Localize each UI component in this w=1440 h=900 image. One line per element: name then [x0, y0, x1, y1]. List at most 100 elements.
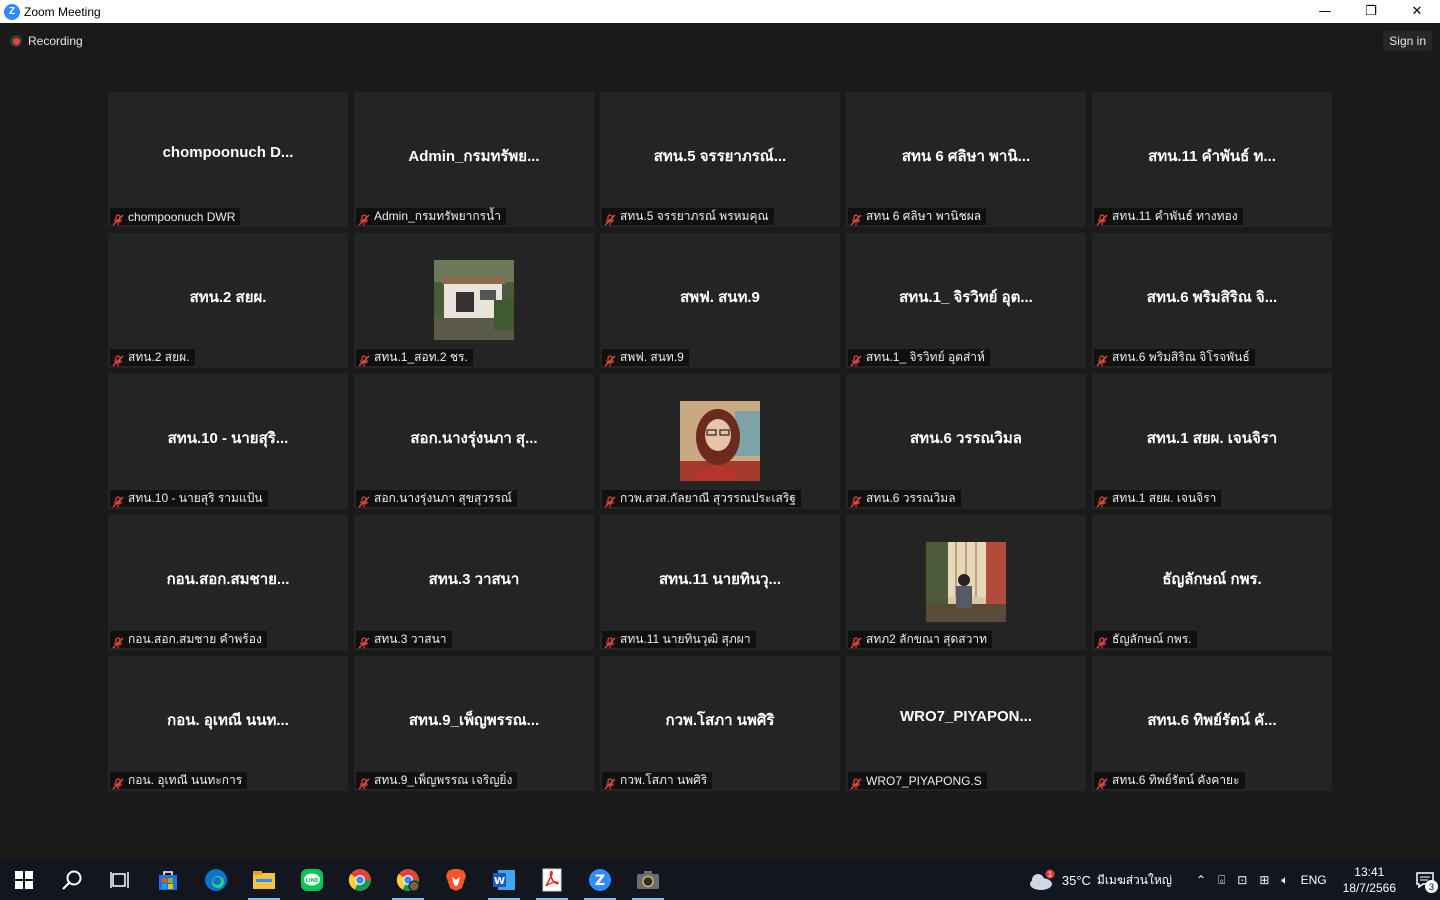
participant-tile[interactable]: สทน.1_ จิรวิทย์ อุต... สทน.1_ จิรวิทย์ อุ…	[846, 233, 1086, 368]
muted-microphone-icon	[112, 211, 124, 225]
participant-display-name: Admin_กรมทรัพย...	[408, 148, 540, 165]
muted-microphone-icon	[112, 352, 124, 366]
participant-name-text: กอน.สอก.สมชาย คำพร้อง	[128, 632, 262, 646]
participant-tile[interactable]: กอน.สอก.สมชาย... กอน.สอก.สมชาย คำพร้อง	[108, 515, 348, 650]
participant-name-text: สพฟ. สนท.9	[620, 350, 684, 364]
meeting-area: Recording Sign in chompoonuch D... chompo…	[0, 23, 1440, 860]
participant-display-name: กอน. อุเทณี นนท...	[167, 712, 289, 729]
participant-name-text: WRO7_PIYAPONG.S	[866, 773, 982, 788]
camera-app-icon[interactable]	[624, 860, 672, 900]
muted-microphone-icon	[112, 634, 124, 648]
participant-tile[interactable]: กวพ.โสภา นพศิริ กวพ.โสภา นพศิริ	[600, 656, 840, 791]
sign-in-button[interactable]: Sign in	[1383, 31, 1432, 51]
participant-name-label: Admin_กรมทรัพยากรน้ำ	[356, 208, 506, 225]
participant-name-text: ธัญลักษณ์ กพร.	[1112, 632, 1192, 646]
muted-microphone-icon	[850, 493, 862, 507]
muted-microphone-icon	[358, 493, 370, 507]
speaker-icon[interactable]: 🔈︎	[1281, 873, 1288, 888]
participant-name-label: สทน.1_ จิรวิทย์ อุตส่าห์	[848, 349, 990, 366]
participant-name-label: ธัญลักษณ์ กพร.	[1094, 631, 1197, 648]
participant-tile[interactable]: สทน 6 ศลิษา พานิ... สทน 6 ศลิษา พานิชผล	[846, 92, 1086, 227]
minimize-button[interactable]: —	[1302, 0, 1348, 23]
participant-tile[interactable]: สพฟ. สนท.9 สพฟ. สนท.9	[600, 233, 840, 368]
participant-name-text: สทน.6 พริมสิริณ จิโรจพันธ์	[1112, 350, 1250, 364]
microsoft-store-icon[interactable]	[144, 860, 192, 900]
system-tray: 1 35°C มีเมฆส่วนใหญ่ ⌃ ⌻ ⊡ ⊞ 🔈︎ ENG 13:4…	[1028, 860, 1440, 900]
maximize-icon: ❐	[1365, 4, 1377, 19]
participant-display-name: สทน.6 ทิพย์รัตน์ คั...	[1147, 712, 1277, 729]
participant-name-text: สทภ2 ลักขณา สุดสวาท	[866, 632, 988, 646]
participant-tile[interactable]: สทน.9_เพ็ญพรรณ... สทน.9_เพ็ญพรรณ เจริญยิ่…	[354, 656, 594, 791]
participant-tile[interactable]: สทน.6 พริมสิริณ จิ... สทน.6 พริมสิริณ จิโ…	[1092, 233, 1332, 368]
participant-display-name: สทน.1_ จิรวิทย์ อุต...	[899, 289, 1033, 306]
participant-video-thumbnail	[434, 260, 514, 340]
participant-tile[interactable]: Admin_กรมทรัพย... Admin_กรมทรัพยากรน้ำ	[354, 92, 594, 227]
muted-microphone-icon	[850, 634, 862, 648]
brave-icon[interactable]	[432, 860, 480, 900]
cloud-icon: 1	[1029, 869, 1055, 890]
participant-name-label: สทน.1_สอท.2 ชร.	[356, 349, 473, 366]
participant-name-text: สทน.2 สยผ.	[128, 350, 190, 364]
file-explorer-icon[interactable]	[240, 860, 288, 900]
language-indicator[interactable]: ENG	[1301, 873, 1327, 887]
chrome-profile-icon[interactable]	[384, 860, 432, 900]
task-view-icon[interactable]	[96, 860, 144, 900]
participant-tile[interactable]: สทน.11 คำพันธ์ ท... สทน.11 คำพันธ์ ทางทอง	[1092, 92, 1332, 227]
muted-microphone-icon	[604, 634, 616, 648]
participant-display-name: สทน.3 วาสนา	[428, 571, 520, 588]
participant-name-text: สทน.6 ทิพย์รัตน์ คังคายะ	[1112, 773, 1240, 787]
participant-display-name: สทน.11 นายทินวุ...	[658, 571, 782, 588]
maximize-button[interactable]: ❐	[1348, 0, 1394, 23]
clock-time: 13:41	[1354, 865, 1385, 879]
search-icon[interactable]	[48, 860, 96, 900]
line-app-icon[interactable]: LINE	[288, 860, 336, 900]
recording-indicator[interactable]: Recording	[10, 34, 83, 48]
participant-tile[interactable]: สทน.6 วรรณวิมล สทน.6 วรรณวิมล	[846, 374, 1086, 509]
chevron-up-icon[interactable]: ⌃	[1196, 873, 1206, 887]
participant-tile[interactable]: กวพ.สวส.กัลยาณี สุวรรณประเสริฐ	[600, 374, 840, 509]
participant-tile[interactable]: สทน.1_สอท.2 ชร.	[354, 233, 594, 368]
participant-name-label: สทน.2 สยผ.	[110, 349, 195, 366]
word-icon[interactable]: W	[480, 860, 528, 900]
participant-tile[interactable]: สทน.10 - นายสุริ... สทน.10 - นายสุริ รามแ…	[108, 374, 348, 509]
participant-tile[interactable]: ธัญลักษณ์ กพร. ธัญลักษณ์ กพร.	[1092, 515, 1332, 650]
notifications-icon[interactable]: 3	[1410, 860, 1440, 900]
participant-display-name: ธัญลักษณ์ กพร.	[1162, 571, 1262, 588]
recording-dot-icon	[10, 35, 22, 47]
camera-tray-icon[interactable]: ⊡	[1237, 873, 1247, 887]
weather-widget[interactable]: 1 35°C มีเมฆส่วนใหญ่	[1028, 869, 1172, 891]
participant-name-label: สทน.1 สยผ. เจนจิรา	[1094, 490, 1222, 507]
participant-tile[interactable]: กอน. อุเทณี นนท... กอน. อุเทณี นนทะการ	[108, 656, 348, 791]
windows-start-icon[interactable]	[0, 860, 48, 900]
participant-tile[interactable]: สทน.5 จรรยาภรณ์... สทน.5 จรรยาภรณ์ พรหมคุ…	[600, 92, 840, 227]
meet-now-icon[interactable]: ⌻	[1218, 873, 1225, 888]
participant-name-text: กอน. อุเทณี นนทะการ	[128, 773, 243, 787]
weather-description: มีเมฆส่วนใหญ่	[1096, 872, 1172, 887]
acrobat-icon[interactable]	[528, 860, 576, 900]
edge-icon[interactable]	[192, 860, 240, 900]
participant-tile[interactable]: WRO7_PIYAPON... WRO7_PIYAPONG.S	[846, 656, 1086, 791]
zoom-icon[interactable]: Z	[576, 860, 624, 900]
participant-name-text: สทน.1 สยผ. เจนจิรา	[1112, 491, 1217, 505]
muted-microphone-icon	[604, 775, 616, 789]
muted-microphone-icon	[1096, 352, 1108, 366]
participant-name-label: สทภ2 ลักขณา สุดสวาท	[848, 631, 993, 648]
participant-name-label: กวพ.สวส.กัลยาณี สุวรรณประเสริฐ	[602, 490, 801, 507]
close-button[interactable]: ✕	[1394, 0, 1440, 23]
participant-tile[interactable]: สทภ2 ลักขณา สุดสวาท	[846, 515, 1086, 650]
participant-tile[interactable]: สทน.6 ทิพย์รัตน์ คั... สทน.6 ทิพย์รัตน์ ค…	[1092, 656, 1332, 791]
participant-tile[interactable]: chompoonuch D... chompoonuch DWR	[108, 92, 348, 227]
participant-display-name: สทน.5 จรรยาภรณ์...	[653, 148, 787, 165]
participant-tile[interactable]: สทน.3 วาสนา สทน.3 วาสนา	[354, 515, 594, 650]
participant-tile[interactable]: สอก.นางรุ่งนภา สุ... สอก.นางรุ่งนภา สุขสุ…	[354, 374, 594, 509]
participant-tile[interactable]: สทน.1 สยผ. เจนจิรา สทน.1 สยผ. เจนจิรา	[1092, 374, 1332, 509]
participant-name-label: สทน.6 ทิพย์รัตน์ คังคายะ	[1094, 772, 1245, 789]
network-icon[interactable]: ⊞	[1259, 873, 1269, 887]
participant-tile[interactable]: สทน.11 นายทินวุ... สทน.11 นายทินวุฒิ สุภผ…	[600, 515, 840, 650]
participant-name-label: สทน.3 วาสนา	[356, 631, 452, 648]
participant-tile[interactable]: สทน.2 สยผ. สทน.2 สยผ.	[108, 233, 348, 368]
participant-display-name: WRO7_PIYAPON...	[900, 708, 1032, 725]
participant-display-name: chompoonuch D...	[162, 144, 294, 161]
chrome-icon[interactable]	[336, 860, 384, 900]
clock[interactable]: 13:41 18/7/2566	[1343, 864, 1396, 896]
